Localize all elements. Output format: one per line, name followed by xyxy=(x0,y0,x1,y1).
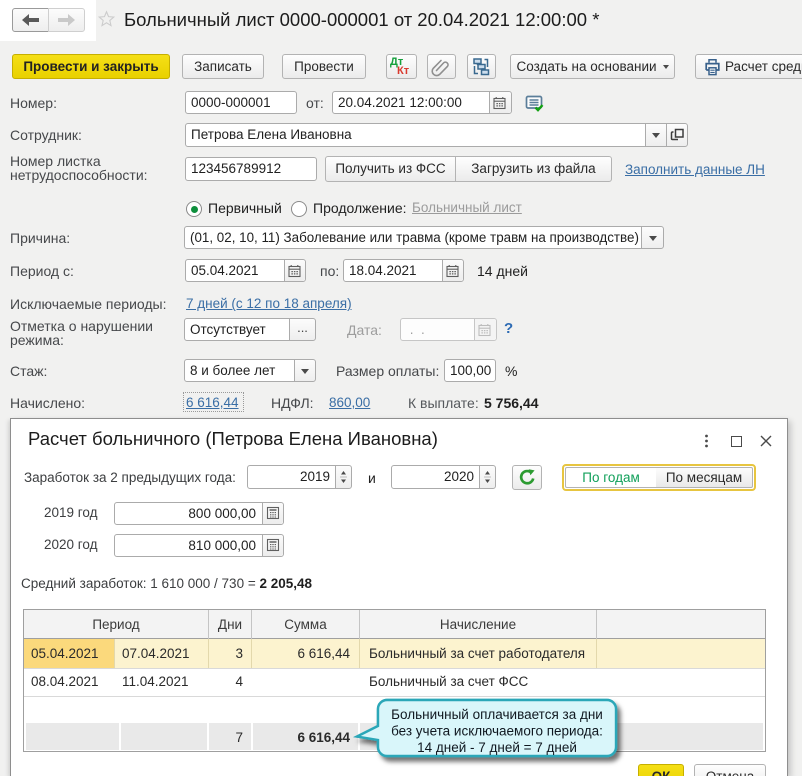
svg-text:14 дней - 7 дней = 7 дней: 14 дней - 7 дней = 7 дней xyxy=(417,740,577,755)
svg-text:Больничный оплачивается за дни: Больничный оплачивается за дни xyxy=(391,707,603,722)
svg-text:без учета исключаемого периода: без учета исключаемого периода: xyxy=(391,724,603,739)
